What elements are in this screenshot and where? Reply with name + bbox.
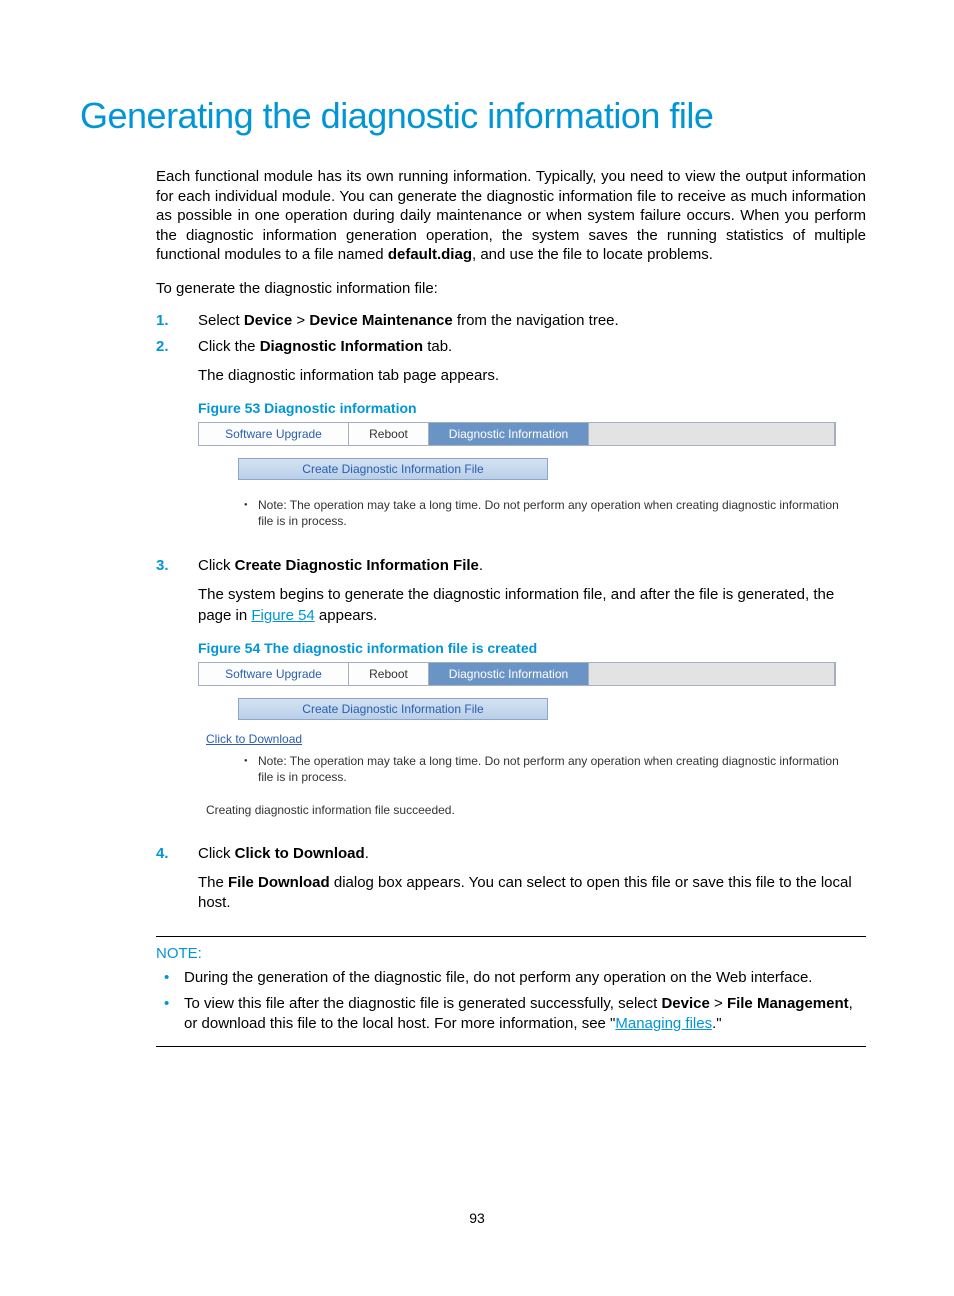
n2-sep: > — [710, 995, 727, 1012]
s3-c: . — [479, 557, 483, 574]
figure-53-caption: Figure 53 Diagnostic information — [198, 400, 866, 416]
page-number: 93 — [0, 1210, 954, 1226]
figure-53-screenshot: Software Upgrade Reboot Diagnostic Infor… — [198, 422, 836, 529]
step-2-sub: The diagnostic information tab page appe… — [198, 366, 866, 386]
s1-sep: > — [292, 312, 309, 329]
s1-e: from the navigation tree. — [453, 312, 619, 329]
intro-lead: To generate the diagnostic information f… — [156, 279, 866, 299]
step-2: 2. Click the Diagnostic Information tab.… — [156, 338, 866, 529]
figure-54-link[interactable]: Figure 54 — [251, 607, 314, 624]
create-diagnostic-file-button[interactable]: Create Diagnostic Information File — [238, 458, 548, 480]
click-to-download-link[interactable]: Click to Download — [206, 732, 836, 746]
s1-device: Device — [244, 312, 292, 329]
s1-device-maintenance: Device Maintenance — [309, 312, 452, 329]
step-3: 3. Click Create Diagnostic Information F… — [156, 557, 866, 817]
step-1: 1. Select Device > Device Maintenance fr… — [156, 312, 866, 330]
note-box: NOTE: During the generation of the diagn… — [156, 936, 866, 1048]
intro-text-c: , and use the file to locate problems. — [472, 246, 713, 263]
screenshot-note: Note: The operation may take a long time… — [244, 498, 848, 529]
note-item-1: During the generation of the diagnostic … — [156, 968, 866, 988]
step-2-text: Click the Diagnostic Information tab. — [198, 338, 452, 355]
tab-reboot-2[interactable]: Reboot — [349, 663, 429, 685]
n2-file-management: File Management — [727, 995, 849, 1012]
step-1-number: 1. — [156, 312, 169, 329]
step-3-text: Click Create Diagnostic Information File… — [198, 557, 483, 574]
page-title: Generating the diagnostic information fi… — [80, 95, 865, 137]
step-4-text: Click Click to Download. — [198, 845, 369, 862]
tab-reboot[interactable]: Reboot — [349, 423, 429, 445]
step-4: 4. Click Click to Download. The File Dow… — [156, 845, 866, 914]
creation-succeeded-status: Creating diagnostic information file suc… — [206, 803, 836, 817]
step-2-number: 2. — [156, 338, 169, 355]
create-diagnostic-file-button-2[interactable]: Create Diagnostic Information File — [238, 698, 548, 720]
intro-paragraph: Each functional module has its own runni… — [156, 167, 866, 265]
s2-a: Click the — [198, 338, 260, 355]
tab-diagnostic-information[interactable]: Diagnostic Information — [429, 423, 589, 445]
step-1-text: Select Device > Device Maintenance from … — [198, 312, 619, 329]
s2-c: tab. — [423, 338, 452, 355]
n2-device: Device — [661, 995, 709, 1012]
s4-click-to-download: Click to Download — [235, 845, 365, 862]
s4-c: . — [365, 845, 369, 862]
tab-software-upgrade-2[interactable]: Software Upgrade — [199, 663, 349, 685]
s1-a: Select — [198, 312, 244, 329]
s3-sub-b: appears. — [315, 607, 378, 624]
tab-diagnostic-information-2[interactable]: Diagnostic Information — [429, 663, 589, 685]
managing-files-link[interactable]: Managing files — [615, 1015, 712, 1032]
s3-a: Click — [198, 557, 235, 574]
step-4-number: 4. — [156, 845, 169, 862]
n2-a: To view this file after the diagnostic f… — [184, 995, 661, 1012]
tab-bar: Software Upgrade Reboot Diagnostic Infor… — [198, 422, 836, 446]
s3-create-btn-label: Create Diagnostic Information File — [235, 557, 479, 574]
step-4-sub: The File Download dialog box appears. Yo… — [198, 873, 866, 914]
tab-bar-2: Software Upgrade Reboot Diagnostic Infor… — [198, 662, 836, 686]
tab-software-upgrade[interactable]: Software Upgrade — [199, 423, 349, 445]
note-item-2: To view this file after the diagnostic f… — [156, 994, 866, 1035]
step-3-sub: The system begins to generate the diagno… — [198, 585, 866, 626]
n2-f: ." — [712, 1015, 722, 1032]
s4-sub-a: The — [198, 874, 228, 891]
figure-54-caption: Figure 54 The diagnostic information fil… — [198, 640, 866, 656]
s4-file-download: File Download — [228, 874, 330, 891]
tab-bar-spacer — [589, 423, 835, 445]
tab-bar-spacer-2 — [589, 663, 835, 685]
figure-54-screenshot: Software Upgrade Reboot Diagnostic Infor… — [198, 662, 836, 817]
step-3-number: 3. — [156, 557, 169, 574]
screenshot-note-2: Note: The operation may take a long time… — [244, 754, 848, 785]
default-diag-filename: default.diag — [388, 246, 472, 263]
note-label: NOTE: — [156, 945, 866, 962]
s4-a: Click — [198, 845, 235, 862]
s2-diagnostic-info: Diagnostic Information — [260, 338, 423, 355]
